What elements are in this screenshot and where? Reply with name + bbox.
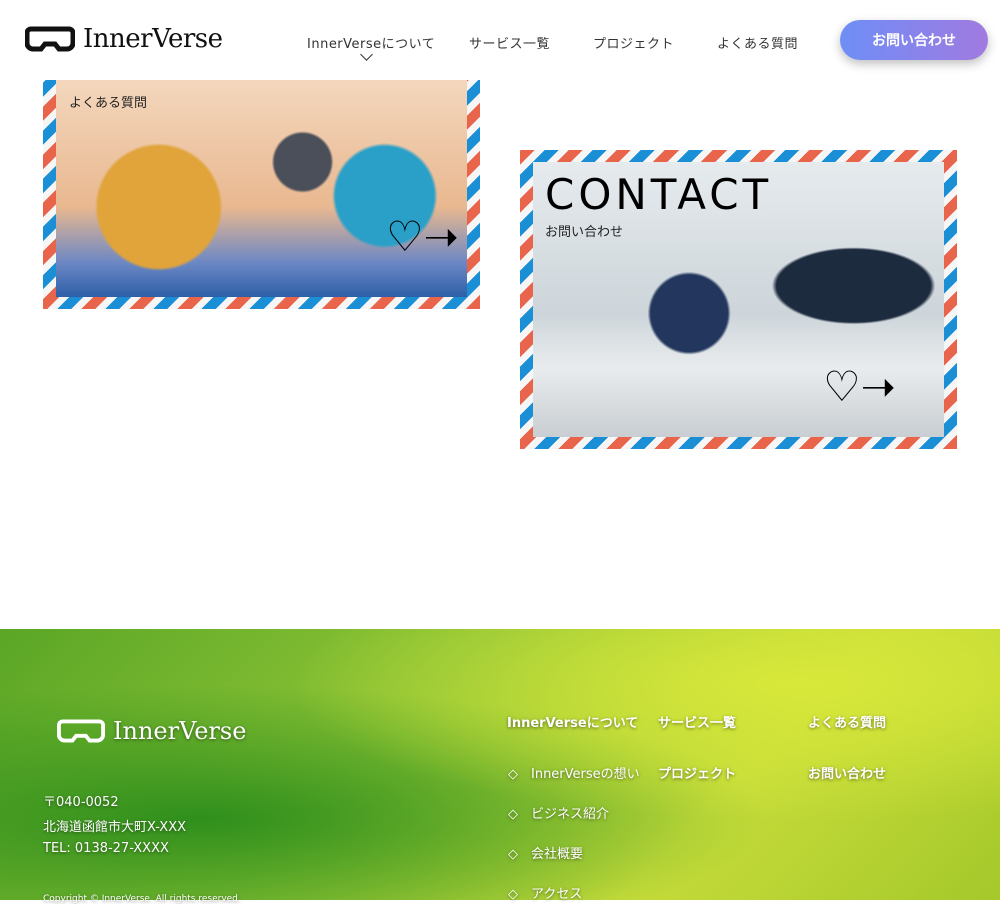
footer-nav-faq[interactable]: よくある質問 [808, 712, 886, 731]
site-header: InnerVerse InnerVerseについて サービス一覧 プロジェクト … [0, 0, 1000, 80]
heart-arrow-icon: ♡➝ [823, 362, 896, 411]
logo[interactable]: InnerVerse [25, 24, 223, 54]
footer-nav-projects[interactable]: プロジェクト [658, 763, 736, 782]
footer-nav-contact[interactable]: お問い合わせ [808, 763, 886, 782]
developer-photo: CONTACT お問い合わせ ♡➝ [533, 162, 944, 437]
nav-projects[interactable]: プロジェクト [593, 33, 674, 52]
nav-faq[interactable]: よくある質問 [717, 33, 798, 52]
logo-text: InnerVerse [83, 24, 223, 54]
postal-code: 〒040-0052 [43, 795, 119, 810]
footer-sub-company[interactable]: ◇ 会社概要 [508, 843, 583, 862]
contact-title: CONTACT [545, 170, 773, 219]
phone: TEL: 0138-27-XXXX [43, 841, 169, 856]
footer-nav-services[interactable]: サービス一覧 [658, 712, 736, 731]
footer-nav-about[interactable]: InnerVerseについて [507, 712, 638, 731]
faq-card-label: よくある質問 [69, 96, 148, 111]
contact-button[interactable]: お問い合わせ [840, 20, 988, 60]
footer-logo[interactable]: InnerVerse [57, 717, 246, 745]
footer-logo-text: InnerVerse [113, 717, 247, 745]
footer-sub-business[interactable]: ◇ ビジネス紹介 [508, 803, 609, 822]
heart-arrow-icon: ♡➝ [386, 212, 459, 261]
nav-about[interactable]: InnerVerseについて [307, 33, 435, 52]
footer: InnerVerse 〒040-0052 北海道函館市大町X-XXX TEL: … [0, 629, 1000, 904]
nav-services[interactable]: サービス一覧 [469, 33, 550, 52]
contact-card-label: お問い合わせ [545, 225, 624, 240]
kids-vr-photo: よくある質問 ♡➝ [56, 72, 467, 297]
address: 北海道函館市大町X-XXX [43, 820, 187, 835]
copyright: Copyright © InnerVerse. All rights reser… [43, 894, 241, 904]
vr-goggles-icon [25, 26, 75, 52]
footer-sub-access[interactable]: ◇ アクセス [508, 883, 582, 902]
footer-sub-vision[interactable]: ◇ InnerVerseの想い [508, 763, 640, 782]
vr-goggles-icon [57, 719, 105, 743]
contact-card[interactable]: CONTACT お問い合わせ ♡➝ [520, 150, 957, 449]
faq-card[interactable]: よくある質問 ♡➝ [43, 60, 480, 309]
